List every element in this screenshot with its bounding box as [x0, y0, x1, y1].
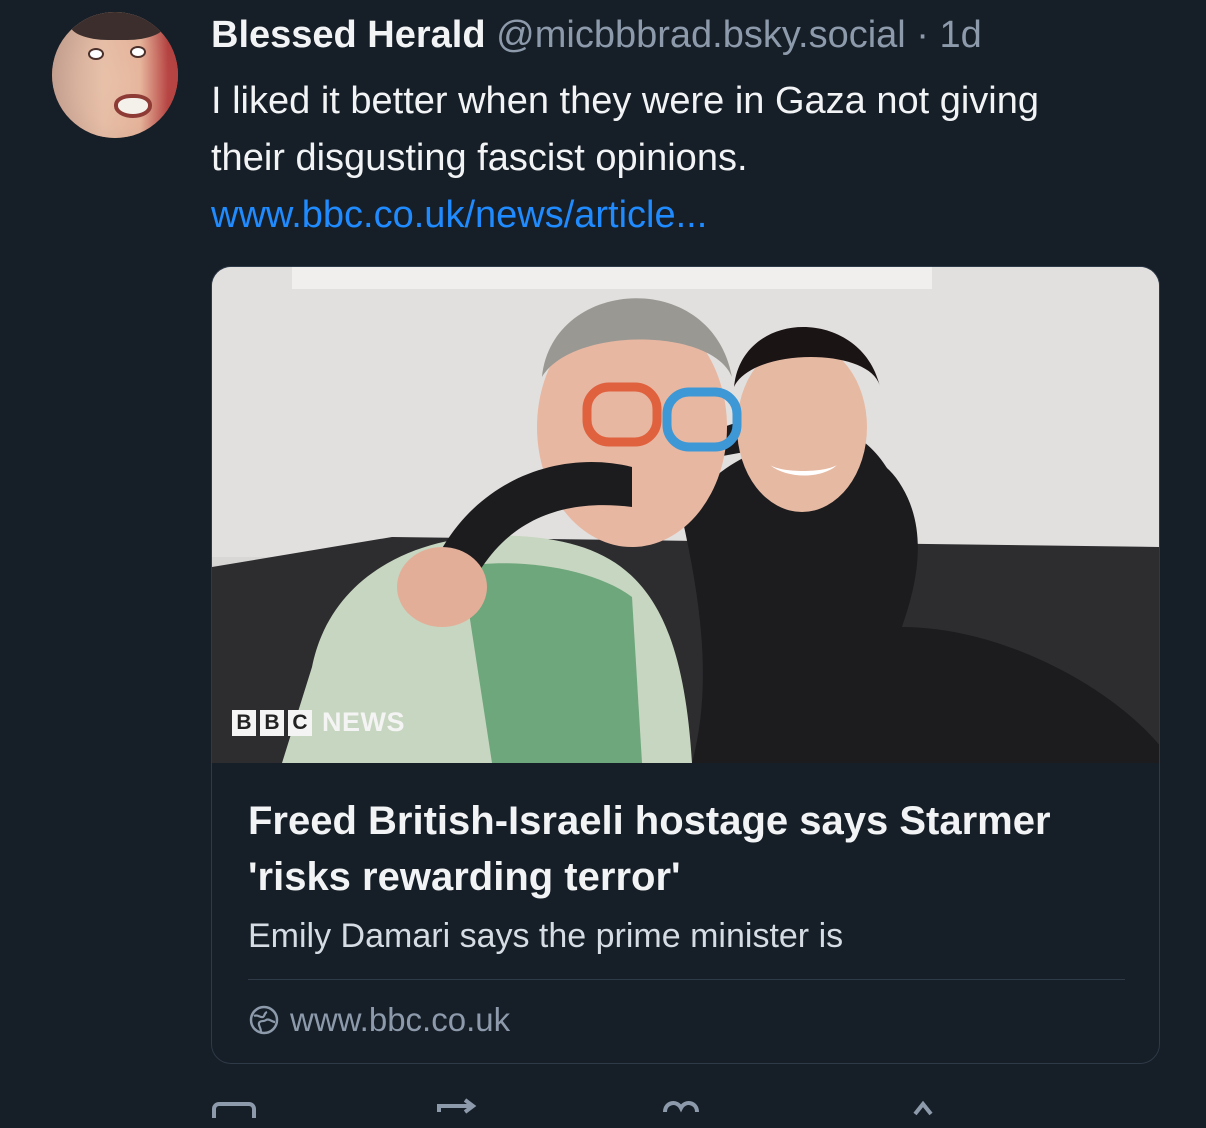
- reply-icon[interactable]: [211, 1098, 259, 1118]
- bbc-logo-letter: B: [260, 709, 284, 736]
- post-header: Blessed Herald @micbbbrad.bsky.social · …: [211, 12, 982, 58]
- like-icon[interactable]: [659, 1098, 707, 1118]
- link-card-domain: www.bbc.co.uk: [290, 1001, 511, 1038]
- bbc-news-wordmark: NEWS: [322, 707, 405, 737]
- post-actions: [211, 1098, 1160, 1128]
- author-handle[interactable]: @micbbbrad.bsky.social: [496, 14, 906, 56]
- link-card[interactable]: B B C NEWS Freed British-Israeli hostage…: [211, 266, 1160, 1064]
- post-timestamp[interactable]: 1d: [940, 14, 982, 56]
- post[interactable]: Blessed Herald @micbbbrad.bsky.social · …: [0, 0, 1206, 1118]
- author-avatar[interactable]: [52, 12, 178, 138]
- post-text: I liked it better when they were in Gaza…: [211, 80, 1040, 179]
- bbc-logo-letter: C: [288, 709, 312, 736]
- link-card-source[interactable]: www.bbc.co.uk: [248, 1001, 510, 1039]
- separator-dot: ·: [916, 14, 929, 56]
- repost-icon[interactable]: [435, 1098, 483, 1118]
- link-card-description: Emily Damari says the prime minister is: [248, 917, 844, 955]
- bbc-logo-letter: B: [232, 709, 256, 736]
- link-card-title[interactable]: Freed British-Israeli hostage says Starm…: [248, 793, 1128, 905]
- link-card-image[interactable]: B B C NEWS: [212, 267, 1159, 763]
- post-link[interactable]: www.bbc.co.uk/news/article...: [211, 187, 707, 244]
- author-display-name[interactable]: Blessed Herald: [211, 14, 486, 56]
- more-icon[interactable]: [905, 1098, 945, 1118]
- bbc-news-logo: B B C NEWS: [232, 707, 405, 738]
- link-card-divider: [248, 979, 1125, 980]
- globe-icon: [249, 1005, 279, 1035]
